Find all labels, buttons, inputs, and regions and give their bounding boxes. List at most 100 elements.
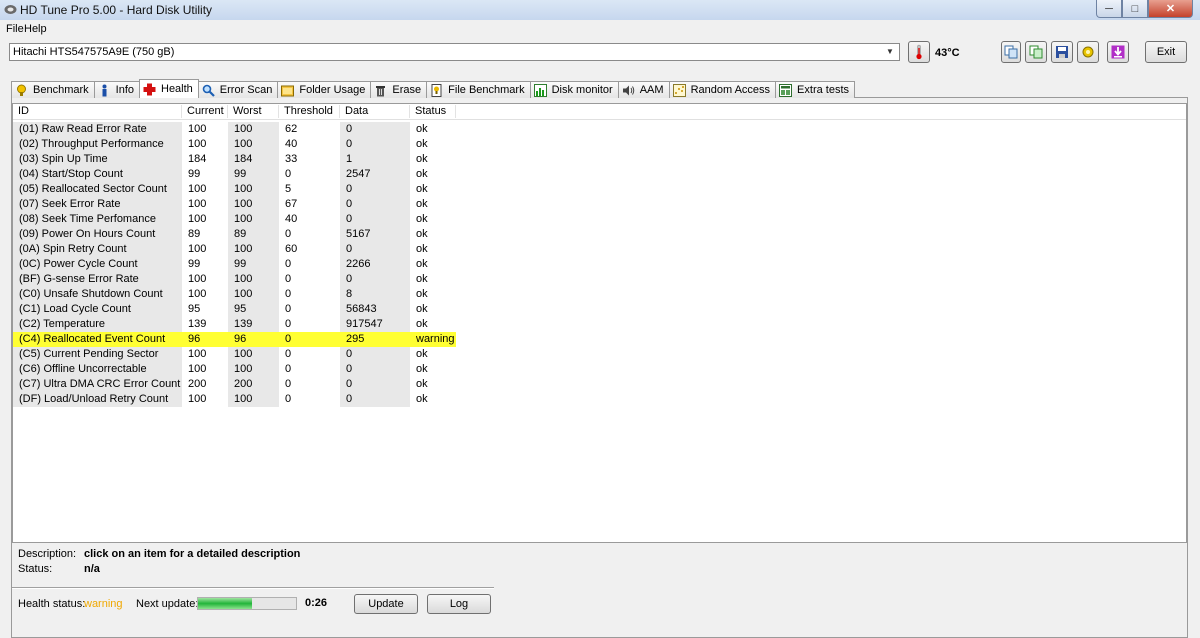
cell-threshold: 40: [285, 138, 298, 150]
minimize-icon: ─: [1105, 2, 1113, 15]
status-value: n/a: [84, 563, 100, 575]
file-benchmark-icon: [430, 83, 443, 97]
health-status-label: Health status:: [18, 598, 86, 610]
cell-id: (C1) Load Cycle Count: [13, 302, 182, 317]
cell-status: warning: [410, 332, 456, 347]
minimize-button[interactable]: ─: [1096, 0, 1122, 18]
table-row[interactable]: (08) Seek Time Perfomance 100 100 40 0 ok: [13, 212, 456, 227]
cell-data: 0: [340, 182, 410, 197]
status-label: Status:: [18, 563, 53, 575]
table-row[interactable]: (05) Reallocated Sector Count 100 100 5 0 ok: [13, 182, 456, 197]
cell-data: 0: [340, 212, 410, 227]
table-row[interactable]: (C4) Reallocated Event Count 96 96 0 295 warn…: [13, 332, 456, 347]
tab-erase[interactable]: Erase: [370, 81, 428, 98]
column-header-threshold[interactable]: Threshold: [279, 105, 340, 118]
cell-status: ok: [416, 288, 428, 300]
cell-data: 295: [340, 332, 410, 347]
copy-text-button[interactable]: [1025, 41, 1047, 63]
cell-threshold: 40: [285, 213, 298, 225]
tab-file-benchmark[interactable]: File Benchmark: [426, 81, 531, 98]
table-row[interactable]: (C1) Load Cycle Count 95 95 0 56843 ok: [13, 302, 456, 317]
log-button[interactable]: Log: [427, 594, 491, 614]
column-header-current[interactable]: Current: [182, 105, 228, 118]
tab-error-scan[interactable]: Error Scan: [197, 81, 279, 98]
table-row[interactable]: (C2) Temperature 139 139 0 917547 ok: [13, 317, 456, 332]
table-row[interactable]: (0C) Power Cycle Count 99 99 0 2266 ok: [13, 257, 456, 272]
tab-extra-tests[interactable]: Extra tests: [775, 81, 856, 98]
table-row[interactable]: (04) Start/Stop Count 99 99 0 2547 ok: [13, 167, 456, 182]
tab-random-access[interactable]: Random Access: [668, 81, 777, 98]
table-row[interactable]: (07) Seek Error Rate 100 100 67 0 ok: [13, 197, 456, 212]
close-button[interactable]: ✕: [1148, 0, 1193, 18]
copy-text-icon: [1029, 45, 1043, 59]
table-row[interactable]: (BF) G-sense Error Rate 100 100 0 0 ok: [13, 272, 456, 287]
download-button[interactable]: [1107, 41, 1129, 63]
random-access-icon: [672, 83, 686, 97]
table-row[interactable]: (02) Throughput Performance 100 100 40 0 ok: [13, 137, 456, 152]
cell-status: ok: [416, 183, 428, 195]
folder-icon: [281, 84, 295, 97]
column-header-worst[interactable]: Worst: [228, 105, 279, 118]
menu-file[interactable]: File: [6, 23, 24, 35]
drive-select[interactable]: Hitachi HTS547575A9E (750 gB) ▼: [9, 43, 900, 61]
dropdown-arrow-icon[interactable]: ▼: [883, 45, 897, 59]
cell-worst: 100: [228, 197, 279, 212]
cell-threshold: 60: [285, 243, 298, 255]
cell-status: ok: [416, 348, 428, 360]
title-bar[interactable]: HD Tune Pro 5.00 - Hard Disk Utility ─ □…: [0, 0, 1200, 21]
temperature-button[interactable]: [908, 41, 930, 63]
cell-status: ok: [416, 228, 428, 240]
table-row[interactable]: (C5) Current Pending Sector 100 100 0 0 ok: [13, 347, 456, 362]
cell-id: (08) Seek Time Perfomance: [13, 212, 182, 227]
table-row[interactable]: (0A) Spin Retry Count 100 100 60 0 ok: [13, 242, 456, 257]
tab-disk-monitor[interactable]: Disk monitor: [529, 81, 619, 98]
cell-current: 95: [188, 303, 201, 315]
cell-id: (DF) Load/Unload Retry Count: [13, 392, 182, 407]
copy-icon: [1004, 45, 1018, 59]
speaker-icon: [622, 84, 635, 97]
cell-worst: 96: [228, 332, 279, 347]
cell-worst: 184: [228, 152, 279, 167]
thermometer-icon: [916, 44, 922, 60]
menu-help[interactable]: Help: [24, 23, 47, 35]
cell-status: ok: [416, 258, 428, 270]
cell-status: ok: [416, 318, 428, 330]
options-button[interactable]: [1077, 41, 1099, 63]
exit-button[interactable]: Exit: [1145, 41, 1187, 63]
cell-current: 99: [188, 168, 201, 180]
cell-status: ok: [416, 198, 428, 210]
cell-current: 100: [188, 273, 207, 285]
cell-threshold: 67: [285, 198, 298, 210]
tab-aam[interactable]: AAM: [617, 81, 670, 98]
cell-worst: 200: [228, 377, 279, 392]
cell-data: 0: [340, 197, 410, 212]
cell-id: (C4) Reallocated Event Count: [13, 332, 182, 347]
table-row[interactable]: (03) Spin Up Time 184 184 33 1 ok: [13, 152, 456, 167]
update-button[interactable]: Update: [354, 594, 418, 614]
tab-folder-usage[interactable]: Folder Usage: [277, 81, 372, 98]
tab-strip: Benchmark Info Health Error Scan Folder …: [11, 79, 856, 98]
cell-id: (03) Spin Up Time: [13, 152, 182, 167]
table-row[interactable]: (C7) Ultra DMA CRC Error Count 200 200 0 0 ok: [13, 377, 456, 392]
tab-info[interactable]: Info: [93, 81, 140, 98]
table-row[interactable]: (DF) Load/Unload Retry Count 100 100 0 0 ok: [13, 392, 456, 407]
table-row[interactable]: (C0) Unsafe Shutdown Count 100 100 0 8 ok: [13, 287, 456, 302]
tab-benchmark[interactable]: Benchmark: [11, 81, 95, 98]
tab-health[interactable]: Health: [139, 79, 199, 98]
table-row[interactable]: (01) Raw Read Error Rate 100 100 62 0 ok: [13, 122, 456, 137]
cell-data: 917547: [340, 317, 410, 332]
cell-data: 2266: [340, 257, 410, 272]
maximize-button[interactable]: □: [1122, 0, 1148, 18]
cell-data: 0: [340, 377, 410, 392]
smart-attributes-table[interactable]: ID Current Worst Threshold Data Status (…: [12, 103, 1187, 543]
column-header-data[interactable]: Data: [340, 105, 410, 118]
maximize-icon: □: [1131, 2, 1139, 15]
save-button[interactable]: [1051, 41, 1073, 63]
cell-threshold: 0: [285, 393, 292, 405]
column-header-status[interactable]: Status: [410, 105, 456, 118]
table-row[interactable]: (C6) Offline Uncorrectable 100 100 0 0 ok: [13, 362, 456, 377]
column-header-id[interactable]: ID: [13, 105, 182, 118]
copy-button[interactable]: [1001, 41, 1021, 63]
cell-current: 100: [188, 138, 207, 150]
table-row[interactable]: (09) Power On Hours Count 89 89 0 5167 ok: [13, 227, 456, 242]
